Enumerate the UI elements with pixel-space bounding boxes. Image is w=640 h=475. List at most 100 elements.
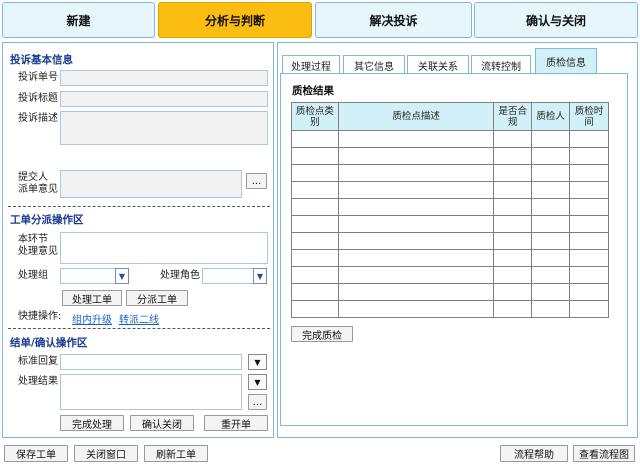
table-cell: [531, 164, 571, 182]
tab-other-info[interactable]: 其它信息: [343, 55, 405, 74]
table-cell: [337, 266, 495, 284]
table-cell: [337, 249, 495, 267]
complaint-subject-label: 投诉标题: [18, 93, 58, 104]
complete-processing-button[interactable]: 完成处理: [60, 415, 124, 431]
table-cell: [569, 130, 609, 148]
quick-link-transfer[interactable]: 转派二线: [119, 311, 159, 326]
step-resolve[interactable]: 解决投诉: [315, 2, 472, 38]
triangle-down-icon[interactable]: ▼: [248, 374, 267, 390]
step-opinion-field[interactable]: [60, 232, 268, 264]
triangle-down-icon[interactable]: ▼: [115, 268, 129, 284]
complaint-number-label: 投诉单号: [18, 72, 58, 83]
qc-header-compliant: 是否合规: [493, 102, 533, 131]
result-field[interactable]: [60, 374, 242, 410]
tab-qc-info[interactable]: 质检信息: [535, 48, 597, 74]
table-cell: [291, 283, 339, 301]
quick-ops-label: 快捷操作:: [18, 311, 62, 322]
result-more-button[interactable]: ...: [248, 394, 267, 410]
table-cell: [569, 164, 609, 182]
qc-header-time: 质检时间: [569, 102, 609, 131]
table-cell: [337, 232, 495, 250]
table-cell: [291, 266, 339, 284]
table-cell: [291, 198, 339, 216]
table-row: [291, 266, 609, 284]
table-cell: [291, 300, 339, 318]
table-cell: [493, 164, 533, 182]
qc-header-inspector: 质检人: [531, 102, 571, 131]
qc-table-body: [291, 130, 609, 318]
table-cell: [569, 300, 609, 318]
table-row: [291, 215, 609, 233]
tab-flow-control[interactable]: 流转控制: [471, 55, 531, 74]
tab-process[interactable]: 处理过程: [282, 55, 340, 74]
table-cell: [337, 283, 495, 301]
save-ticket-button[interactable]: 保存工单: [4, 445, 68, 462]
table-cell: [531, 198, 571, 216]
table-row: [291, 249, 609, 267]
table-cell: [337, 181, 495, 199]
qc-table: 质检点类别 质检点描述 是否合规 质检人 质检时间: [291, 102, 609, 318]
table-cell: [291, 249, 339, 267]
divider: [8, 206, 270, 207]
step-new[interactable]: 新建: [2, 2, 155, 38]
handling-role-label: 处理角色: [160, 270, 200, 281]
step-confirm-close[interactable]: 确认与关闭: [474, 2, 638, 38]
table-cell: [291, 130, 339, 148]
table-cell: [493, 198, 533, 216]
table-cell: [493, 181, 533, 199]
tab-relations[interactable]: 关联关系: [407, 55, 469, 74]
table-cell: [531, 232, 571, 250]
table-cell: [493, 215, 533, 233]
close-window-button[interactable]: 关闭窗口: [74, 445, 138, 462]
table-cell: [337, 198, 495, 216]
handling-group-select[interactable]: [60, 268, 116, 284]
triangle-down-icon[interactable]: ▼: [253, 268, 267, 284]
reopen-ticket-button[interactable]: 重开单: [204, 415, 268, 431]
complaint-info-title: 投诉基本信息: [10, 54, 73, 66]
handling-role-select[interactable]: [202, 268, 254, 284]
std-reply-select[interactable]: [60, 354, 242, 370]
complaint-subject-field[interactable]: [60, 91, 268, 107]
complete-qc-button[interactable]: 完成质检: [291, 326, 353, 342]
table-cell: [531, 215, 571, 233]
table-row: [291, 147, 609, 165]
table-cell: [493, 249, 533, 267]
table-row: [291, 300, 609, 318]
dispatch-opinion-label: 派单意见: [18, 184, 58, 195]
table-cell: [531, 283, 571, 301]
view-flowchart-button[interactable]: 查看流程图: [573, 445, 635, 462]
dispatch-opinion-more-button[interactable]: ...: [246, 173, 267, 189]
qc-header-category: 质检点类别: [291, 102, 339, 131]
triangle-down-icon[interactable]: ▼: [248, 354, 267, 370]
divider: [8, 328, 270, 329]
table-row: [291, 164, 609, 182]
step-analysis[interactable]: 分析与判断: [158, 2, 312, 38]
qc-title: 质检结果: [292, 85, 334, 97]
table-cell: [291, 147, 339, 165]
table-cell: [493, 266, 533, 284]
refresh-ticket-button[interactable]: 刷新工单: [144, 445, 208, 462]
table-cell: [569, 249, 609, 267]
dispatch-ticket-button[interactable]: 分派工单: [126, 290, 188, 306]
submitter-label: 提交人: [18, 172, 48, 183]
table-cell: [569, 215, 609, 233]
quick-link-escalate[interactable]: 组内升级: [72, 311, 112, 326]
table-cell: [531, 181, 571, 199]
table-cell: [337, 147, 495, 165]
table-cell: [531, 130, 571, 148]
table-cell: [337, 130, 495, 148]
table-cell: [493, 130, 533, 148]
table-cell: [291, 215, 339, 233]
dispatch-title: 工单分派操作区: [10, 214, 84, 226]
dispatch-opinion-field[interactable]: [60, 170, 242, 198]
table-cell: [337, 215, 495, 233]
confirm-close-button[interactable]: 确认关闭: [130, 415, 194, 431]
table-cell: [569, 232, 609, 250]
complaint-number-field[interactable]: [60, 70, 268, 86]
process-ticket-button[interactable]: 处理工单: [62, 290, 122, 306]
table-row: [291, 181, 609, 199]
table-cell: [569, 198, 609, 216]
flow-help-button[interactable]: 流程帮助: [500, 445, 568, 462]
complaint-desc-field[interactable]: [60, 111, 268, 145]
table-row: [291, 198, 609, 216]
